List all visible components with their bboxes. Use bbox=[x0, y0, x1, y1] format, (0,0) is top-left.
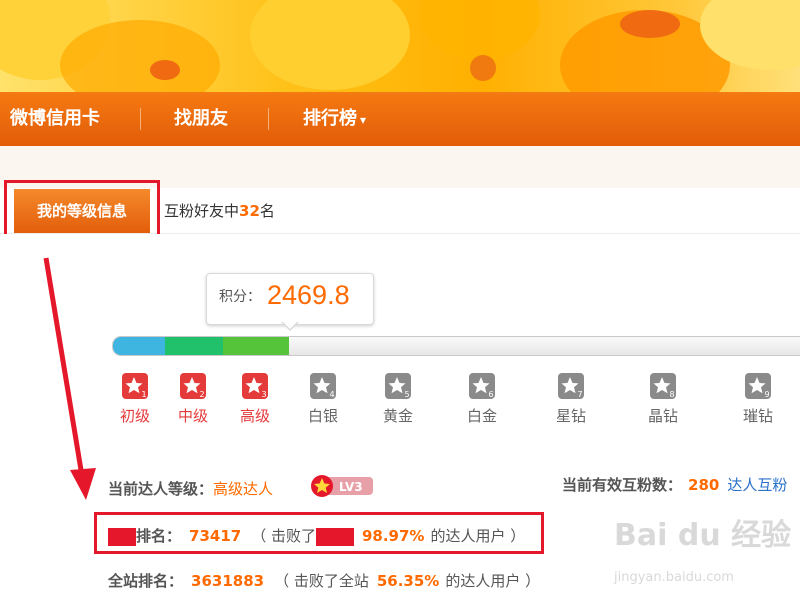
level-label: 璀钻 bbox=[742, 407, 773, 425]
score-value: 2469.8 bbox=[267, 280, 350, 310]
nav-label: 微博信用卡 bbox=[10, 108, 100, 129]
highlight-box-rank bbox=[94, 512, 544, 554]
site-rank-row: 全站排名： 3631883 （ 击败了全站 56.35% 的达人用户 ） bbox=[108, 570, 540, 591]
tab-prefix: 互粉好友中 bbox=[164, 202, 240, 220]
site-rank-label: 全站排名： bbox=[108, 572, 184, 590]
level-item: 8 晶钻 bbox=[643, 372, 683, 426]
score-label: 积分： bbox=[219, 289, 261, 305]
site-rank-percent: 56.35% bbox=[376, 572, 440, 590]
level-label: 白金 bbox=[466, 407, 497, 425]
level-star-icon: 9 bbox=[744, 372, 772, 400]
tab-mutual-friends-rank[interactable]: 互粉好友中32名 bbox=[164, 200, 275, 221]
current-level-row: 当前达人等级：高级达人 bbox=[108, 478, 273, 499]
mutual-follow-count: 280 bbox=[688, 476, 720, 494]
baidu-jingyan-watermark: Bai du 经验 jingyan.baidu.com bbox=[614, 510, 791, 585]
progress-segment-2 bbox=[165, 337, 223, 355]
svg-text:7: 7 bbox=[578, 390, 583, 399]
svg-text:1: 1 bbox=[142, 390, 147, 399]
level-item: 4 白银 bbox=[303, 372, 343, 426]
svg-text:8: 8 bbox=[670, 390, 675, 399]
header-banner bbox=[0, 0, 800, 92]
tooltip-pointer-fill bbox=[282, 321, 298, 329]
level-item: 5 黄金 bbox=[378, 372, 418, 426]
level-item: 2 中级 bbox=[173, 372, 213, 426]
site-rank-close: 的达人用户 ） bbox=[445, 572, 541, 590]
level-item: 9 璀钻 bbox=[738, 372, 778, 426]
current-level-value: 高级达人 bbox=[213, 480, 274, 498]
level-label: 星钻 bbox=[555, 407, 586, 425]
score-tooltip: 积分： 2469.8 bbox=[206, 273, 374, 325]
mutual-follow-link[interactable]: 达人互粉 bbox=[727, 476, 787, 494]
svg-text:2: 2 bbox=[200, 390, 205, 399]
mutual-friends-rank-number: 32 bbox=[239, 202, 260, 220]
banner-decoration bbox=[150, 60, 180, 80]
tab-suffix: 名 bbox=[259, 202, 275, 220]
watermark-logo: Bai du 经验 bbox=[614, 518, 792, 553]
level-star-icon: 7 bbox=[557, 372, 585, 400]
mutual-follow-row: 当前有效互粉数： 280 达人互粉 bbox=[562, 474, 787, 495]
svg-text:4: 4 bbox=[330, 390, 335, 399]
main-nav: 微博信用卡 找朋友 排行榜 ▾ bbox=[0, 92, 800, 146]
banner-decoration bbox=[420, 0, 540, 60]
site-rank-open: （ 击败了全站 bbox=[274, 572, 369, 590]
banner-decoration bbox=[620, 10, 680, 38]
level-item: 6 白金 bbox=[462, 372, 502, 426]
level-star-icon: 1 bbox=[121, 372, 149, 400]
level-badge: LV3 bbox=[311, 475, 373, 497]
level-star-icon: 3 bbox=[241, 372, 269, 400]
level-star-icon: 4 bbox=[309, 372, 337, 400]
svg-text:5: 5 bbox=[405, 390, 410, 399]
nav-weibo-credit-card[interactable]: 微博信用卡 bbox=[10, 92, 100, 146]
progress-segment-3 bbox=[223, 337, 289, 355]
level-label: 晶钻 bbox=[647, 407, 678, 425]
level-item: 7 星钻 bbox=[551, 372, 591, 426]
nav-divider bbox=[268, 108, 269, 130]
nav-label: 排行榜 bbox=[303, 108, 357, 129]
svg-text:3: 3 bbox=[262, 390, 267, 399]
site-rank-value: 3631883 bbox=[191, 572, 265, 590]
level-star-icon: 2 bbox=[179, 372, 207, 400]
level-label: 黄金 bbox=[382, 407, 413, 425]
nav-label: 找朋友 bbox=[174, 108, 228, 129]
level-label: 白银 bbox=[307, 407, 338, 425]
level-label: 中级 bbox=[177, 407, 208, 425]
highlight-box-tab bbox=[4, 180, 160, 240]
current-level-label: 当前达人等级： bbox=[108, 480, 214, 498]
svg-text:6: 6 bbox=[489, 390, 494, 399]
level-star-icon: 8 bbox=[649, 372, 677, 400]
level-progress-bar bbox=[112, 336, 800, 356]
banner-decoration bbox=[470, 55, 496, 81]
level-label: 高级 bbox=[239, 407, 270, 425]
banner-decoration bbox=[250, 0, 410, 90]
chevron-down-icon: ▾ bbox=[360, 113, 367, 127]
nav-leaderboard[interactable]: 排行榜 ▾ bbox=[303, 92, 366, 146]
level-item: 1 初级 bbox=[115, 372, 155, 426]
level-label: 初级 bbox=[119, 407, 150, 425]
nav-find-friends[interactable]: 找朋友 bbox=[174, 92, 228, 146]
level-star-icon: 6 bbox=[468, 372, 496, 400]
level-badge-text: LV3 bbox=[339, 480, 363, 494]
mutual-follow-label: 当前有效互粉数： bbox=[562, 476, 683, 494]
nav-divider bbox=[140, 108, 141, 130]
svg-text:9: 9 bbox=[765, 390, 770, 399]
level-star-icon: 5 bbox=[384, 372, 412, 400]
level-item: 3 高级 bbox=[235, 372, 275, 426]
watermark-url: jingyan.baidu.com bbox=[614, 570, 734, 585]
progress-segment-1 bbox=[113, 337, 165, 355]
